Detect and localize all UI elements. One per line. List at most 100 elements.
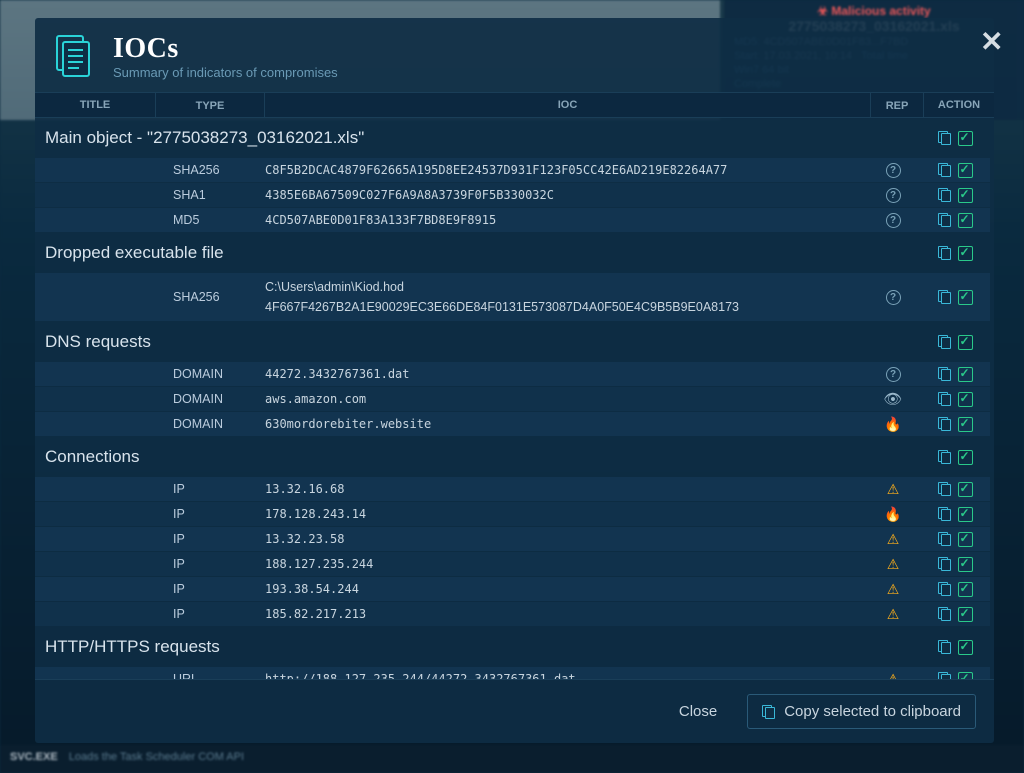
fire-icon[interactable]: 🔥 bbox=[884, 416, 901, 432]
ioc-value: 178.128.243.14 bbox=[265, 507, 866, 521]
select-checkbox[interactable] bbox=[958, 607, 973, 622]
warning-icon[interactable]: ⚠ bbox=[887, 556, 900, 572]
help-icon[interactable]: ? bbox=[886, 213, 901, 228]
copy-icon bbox=[762, 705, 776, 719]
rep-cell: ? bbox=[866, 366, 920, 382]
table-header: TITLE TYPE IOC REP ACTION bbox=[35, 92, 994, 118]
ioc-scroll[interactable]: Main object - "2775038273_03162021.xls" S… bbox=[35, 118, 994, 679]
copy-icon[interactable] bbox=[938, 163, 952, 177]
copy-icon[interactable] bbox=[938, 507, 952, 521]
rep-cell: ⚠ bbox=[866, 606, 920, 623]
select-checkbox[interactable] bbox=[958, 246, 973, 261]
copy-icon[interactable] bbox=[938, 482, 952, 496]
ioc-type: DOMAIN bbox=[155, 367, 265, 381]
select-checkbox[interactable] bbox=[958, 131, 973, 146]
select-checkbox[interactable] bbox=[958, 450, 973, 465]
ioc-value: 13.32.16.68 bbox=[265, 482, 866, 496]
ioc-row: IP13.32.23.58 ⚠ bbox=[35, 527, 990, 551]
modal-footer: Close Copy selected to clipboard bbox=[35, 679, 994, 743]
action-cell bbox=[920, 367, 990, 382]
select-checkbox[interactable] bbox=[958, 507, 973, 522]
fire-icon[interactable]: 🔥 bbox=[884, 506, 901, 522]
help-icon[interactable]: ? bbox=[886, 367, 901, 382]
ioc-type: IP bbox=[155, 557, 265, 571]
ioc-value: 185.82.217.213 bbox=[265, 607, 866, 621]
close-button[interactable]: Close bbox=[669, 697, 727, 726]
ioc-type: SHA256 bbox=[155, 290, 265, 304]
ioc-type: SHA256 bbox=[155, 163, 265, 177]
ioc-type: IP bbox=[155, 607, 265, 621]
ioc-value: 4385E6BA67509C027F6A9A8A3739F0F5B330032C bbox=[265, 188, 866, 202]
select-checkbox[interactable] bbox=[958, 532, 973, 547]
col-title: TITLE bbox=[35, 99, 155, 111]
copy-icon[interactable] bbox=[938, 557, 952, 571]
select-checkbox[interactable] bbox=[958, 640, 973, 655]
rep-cell: 🔥 bbox=[866, 506, 920, 523]
copy-icon[interactable] bbox=[938, 335, 952, 349]
ioc-value: 193.38.54.244 bbox=[265, 582, 866, 596]
section-heading: Dropped executable file bbox=[35, 233, 990, 273]
copy-icon[interactable] bbox=[938, 672, 952, 679]
ioc-row: MD54CD507ABE0D01F83A133F7BD8E9F8915? bbox=[35, 208, 990, 232]
ioc-value: 44272.3432767361.dat bbox=[265, 367, 866, 381]
action-cell bbox=[920, 607, 990, 622]
ioc-type: IP bbox=[155, 507, 265, 521]
select-checkbox[interactable] bbox=[958, 672, 973, 680]
select-checkbox[interactable] bbox=[958, 188, 973, 203]
rep-cell: ⚠ bbox=[866, 671, 920, 680]
copy-icon[interactable] bbox=[938, 450, 952, 464]
select-checkbox[interactable] bbox=[958, 335, 973, 350]
copy-icon[interactable] bbox=[938, 290, 952, 304]
select-checkbox[interactable] bbox=[958, 213, 973, 228]
select-checkbox[interactable] bbox=[958, 417, 973, 432]
select-checkbox[interactable] bbox=[958, 163, 973, 178]
action-cell bbox=[920, 392, 990, 407]
warning-icon[interactable]: ⚠ bbox=[887, 581, 900, 597]
select-checkbox[interactable] bbox=[958, 392, 973, 407]
copy-icon[interactable] bbox=[938, 131, 952, 145]
close-icon[interactable]: ✕ bbox=[980, 25, 1006, 51]
copy-icon[interactable] bbox=[938, 582, 952, 596]
modal-header: IOCs Summary of indicators of compromise… bbox=[35, 18, 994, 92]
copy-icon[interactable] bbox=[938, 246, 952, 260]
section-heading: Main object - "2775038273_03162021.xls" bbox=[35, 118, 990, 158]
warning-icon[interactable]: ⚠ bbox=[887, 481, 900, 497]
ioc-row: DOMAIN44272.3432767361.dat? bbox=[35, 362, 990, 386]
copy-icon[interactable] bbox=[938, 188, 952, 202]
copy-selected-button[interactable]: Copy selected to clipboard bbox=[747, 694, 976, 729]
select-checkbox[interactable] bbox=[958, 582, 973, 597]
copy-icon[interactable] bbox=[938, 213, 952, 227]
rep-cell: 🔥 bbox=[866, 416, 920, 433]
help-icon[interactable]: ? bbox=[886, 290, 901, 305]
help-icon[interactable]: ? bbox=[886, 163, 901, 178]
ioc-value: 13.32.23.58 bbox=[265, 532, 866, 546]
copy-icon[interactable] bbox=[938, 607, 952, 621]
rep-cell: ⚠ bbox=[866, 581, 920, 598]
ioc-type: IP bbox=[155, 532, 265, 546]
action-cell bbox=[920, 582, 990, 597]
rep-cell: ⚠ bbox=[866, 531, 920, 548]
warning-icon[interactable]: ⚠ bbox=[887, 606, 900, 622]
ioc-row: DOMAINaws.amazon.com👁 bbox=[35, 387, 990, 411]
modal-title: IOCs bbox=[113, 33, 338, 65]
rep-cell: ⚠ bbox=[866, 556, 920, 573]
eye-icon[interactable]: 👁 bbox=[883, 391, 902, 408]
select-checkbox[interactable] bbox=[958, 482, 973, 497]
copy-icon[interactable] bbox=[938, 640, 952, 654]
copy-icon[interactable] bbox=[938, 392, 952, 406]
help-icon[interactable]: ? bbox=[886, 188, 901, 203]
select-checkbox[interactable] bbox=[958, 290, 973, 305]
warning-icon[interactable]: ⚠ bbox=[887, 531, 900, 547]
ioc-row: IP13.32.16.68⚠ bbox=[35, 477, 990, 501]
copy-icon[interactable] bbox=[938, 367, 952, 381]
copy-icon[interactable] bbox=[938, 532, 952, 546]
copy-icon[interactable] bbox=[938, 417, 952, 431]
modal-subtitle: Summary of indicators of compromises bbox=[113, 65, 338, 80]
iocs-icon bbox=[49, 32, 97, 80]
ioc-value: 4CD507ABE0D01F83A133F7BD8E9F8915 bbox=[265, 213, 866, 227]
section-heading: DNS requests bbox=[35, 322, 990, 362]
ioc-value: C8F5B2DCAC4879F62665A195D8EE24537D931F12… bbox=[265, 163, 866, 177]
select-checkbox[interactable] bbox=[958, 557, 973, 572]
select-checkbox[interactable] bbox=[958, 367, 973, 382]
warning-icon[interactable]: ⚠ bbox=[887, 671, 900, 680]
